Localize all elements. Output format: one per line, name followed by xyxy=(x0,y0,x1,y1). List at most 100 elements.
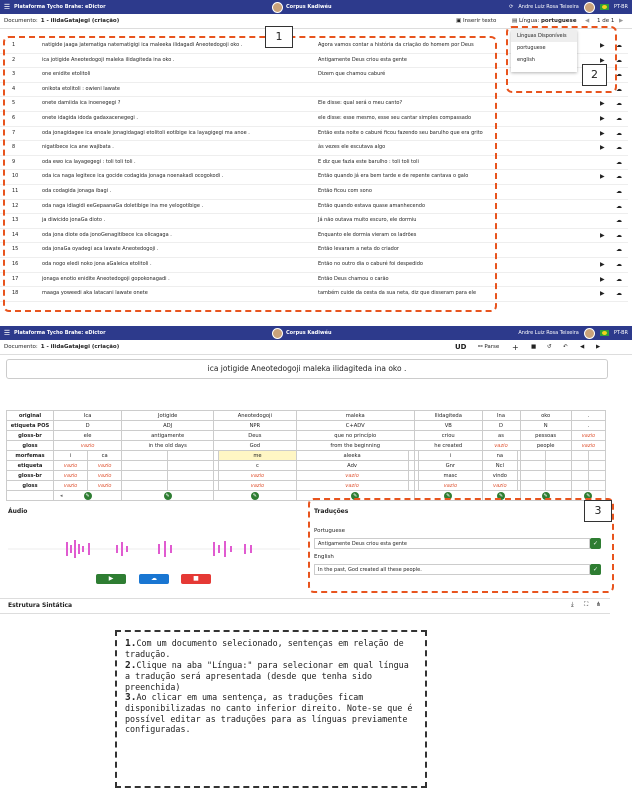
play-icon[interactable]: ▶ xyxy=(600,144,605,151)
cloud-upload-icon[interactable]: ☁ xyxy=(616,115,622,122)
gloss-cell[interactable]: pessoas xyxy=(519,430,572,441)
morph-cell[interactable] xyxy=(545,450,572,461)
morph-cell[interactable] xyxy=(519,470,547,481)
morph-cell[interactable] xyxy=(587,450,607,461)
play-icon[interactable]: ▶ xyxy=(600,232,605,239)
edit-pencil-icon[interactable]: ✎ xyxy=(250,491,259,500)
gloss-cell[interactable]: ADJ xyxy=(121,420,215,431)
morph-cell[interactable] xyxy=(545,470,572,481)
gloss-cell[interactable]: Deus xyxy=(213,430,297,441)
gloss-cell[interactable]: que no princípio xyxy=(295,430,415,441)
play-icon[interactable]: ▶ xyxy=(600,173,605,180)
morph-cell[interactable] xyxy=(167,460,215,471)
morph-cell[interactable] xyxy=(587,460,607,471)
morph-cell[interactable] xyxy=(167,480,215,491)
morph-cell[interactable]: vazio xyxy=(52,460,89,471)
morph-cell[interactable]: vindo xyxy=(481,470,519,481)
morph-cell[interactable] xyxy=(545,460,572,471)
cloud-upload-icon[interactable]: ☁ xyxy=(616,188,622,195)
gloss-cell[interactable]: Ina xyxy=(481,410,521,421)
morph-cell[interactable]: Gnr xyxy=(418,460,483,471)
editor-user-name[interactable]: Andre Luiz Rosa Teixeira xyxy=(518,330,578,336)
cloud-upload-icon[interactable]: ☁ xyxy=(616,144,622,151)
morph-cell[interactable]: vazio xyxy=(218,470,297,481)
gloss-cell[interactable]: Jotigide xyxy=(121,410,215,421)
gloss-cell[interactable]: antigamente xyxy=(121,430,215,441)
insert-text-button[interactable]: ▣ Inserir texto xyxy=(456,18,496,24)
gloss-cell[interactable]: NPR xyxy=(213,420,297,431)
morph-cell[interactable] xyxy=(121,480,169,491)
play-icon[interactable]: ▶ xyxy=(600,276,605,283)
morph-cell[interactable]: vazio xyxy=(295,470,409,481)
morph-cell[interactable] xyxy=(121,470,169,481)
gloss-cell[interactable]: maleka xyxy=(295,410,415,421)
morph-cell[interactable]: masc xyxy=(418,470,483,481)
hamburger-menu-icon[interactable]: ☰ xyxy=(0,3,14,11)
play-icon[interactable]: ▶ xyxy=(600,290,605,297)
gloss-cell[interactable]: Ilidagiteda xyxy=(413,410,483,421)
gloss-cell[interactable]: VB xyxy=(413,420,483,431)
editor-document-name[interactable]: 1 - ilidaGatajegi (criação) xyxy=(41,344,120,350)
tree-icon[interactable]: ⋔ xyxy=(596,601,601,608)
next-sentence-icon[interactable]: ▶ xyxy=(596,344,600,350)
editor-brazil-flag-icon[interactable] xyxy=(599,330,609,336)
cloud-upload-icon[interactable]: ☁ xyxy=(616,130,622,137)
morph-cell[interactable] xyxy=(121,450,169,461)
edit-pencil-icon[interactable]: ✎ xyxy=(83,491,92,500)
morph-cell[interactable]: vazio xyxy=(418,480,483,491)
morph-cell[interactable] xyxy=(519,450,547,461)
gloss-cell[interactable]: Ica xyxy=(52,410,123,421)
download-icon[interactable]: ⤓ xyxy=(571,601,574,609)
gloss-cell[interactable]: from the beginning xyxy=(295,440,415,451)
add-icon[interactable]: + xyxy=(512,343,519,352)
document-name[interactable]: 1 - ilidaGatajegi (criação) xyxy=(41,18,120,24)
gloss-cell[interactable]: ele xyxy=(52,430,123,441)
morph-cell[interactable]: aleeka xyxy=(295,450,409,461)
morph-cell[interactable]: vazio xyxy=(52,480,89,491)
audio-delete-button[interactable]: ■ xyxy=(181,574,211,584)
morph-cell[interactable]: vazio xyxy=(87,480,123,491)
morph-cell[interactable] xyxy=(570,480,589,491)
cloud-upload-icon[interactable]: ☁ xyxy=(616,159,622,166)
delete-icon[interactable]: ■ xyxy=(531,344,536,350)
morph-cell[interactable] xyxy=(570,450,589,461)
morph-cell[interactable] xyxy=(519,460,547,471)
history-icon[interactable]: ↺ xyxy=(547,344,552,350)
prev-page-icon[interactable]: ◀ xyxy=(585,18,589,24)
gloss-cell[interactable]: in the old days xyxy=(121,440,215,451)
refresh-icon[interactable]: ⟳ xyxy=(509,4,513,10)
play-icon[interactable]: ▶ xyxy=(600,115,605,122)
cloud-upload-icon[interactable]: ☁ xyxy=(616,261,622,268)
morph-cell[interactable]: vazio xyxy=(87,460,123,471)
cloud-upload-icon[interactable]: ☁ xyxy=(616,100,622,107)
morph-cell[interactable] xyxy=(121,460,169,471)
gloss-cell[interactable]: D xyxy=(481,420,521,431)
corpus-selector[interactable]: Corpus Kadiwéu xyxy=(272,1,332,13)
gloss-cell[interactable]: N xyxy=(519,420,572,431)
morph-cell[interactable] xyxy=(570,460,589,471)
morph-cell[interactable]: vazio xyxy=(52,470,89,481)
gloss-cell[interactable]: Aneotedoɡoji xyxy=(213,410,297,421)
gloss-cell[interactable]: vazio xyxy=(570,440,607,451)
morph-cell[interactable]: Adv xyxy=(295,460,409,471)
gloss-cell[interactable]: vazio xyxy=(52,440,123,451)
cloud-upload-icon[interactable]: ☁ xyxy=(616,290,622,297)
parse-button[interactable]: ⚯ Parse xyxy=(478,344,499,350)
ud-button[interactable]: UD xyxy=(455,343,467,351)
undo-icon[interactable]: ↶ xyxy=(563,344,568,350)
gloss-cell[interactable]: . xyxy=(570,410,607,421)
prev-sentence-icon[interactable]: ◀ xyxy=(580,344,584,350)
morph-cell[interactable]: vazio xyxy=(295,480,409,491)
cloud-upload-icon[interactable]: ☁ xyxy=(616,173,622,180)
editor-hamburger-icon[interactable]: ☰ xyxy=(0,329,14,337)
cloud-upload-icon[interactable]: ☁ xyxy=(616,217,622,224)
morph-cell[interactable]: na xyxy=(481,450,519,461)
audio-play-button[interactable]: ▶ xyxy=(96,574,126,584)
morph-cell[interactable]: vazio xyxy=(481,480,519,491)
scroll-left-icon[interactable]: ◂ xyxy=(60,493,63,499)
gloss-cell[interactable]: C+ADV xyxy=(295,420,415,431)
editor-user-avatar[interactable] xyxy=(583,327,595,339)
audio-waveform[interactable] xyxy=(8,526,300,572)
user-avatar[interactable] xyxy=(583,1,595,13)
morph-cell[interactable]: vazio xyxy=(87,470,123,481)
